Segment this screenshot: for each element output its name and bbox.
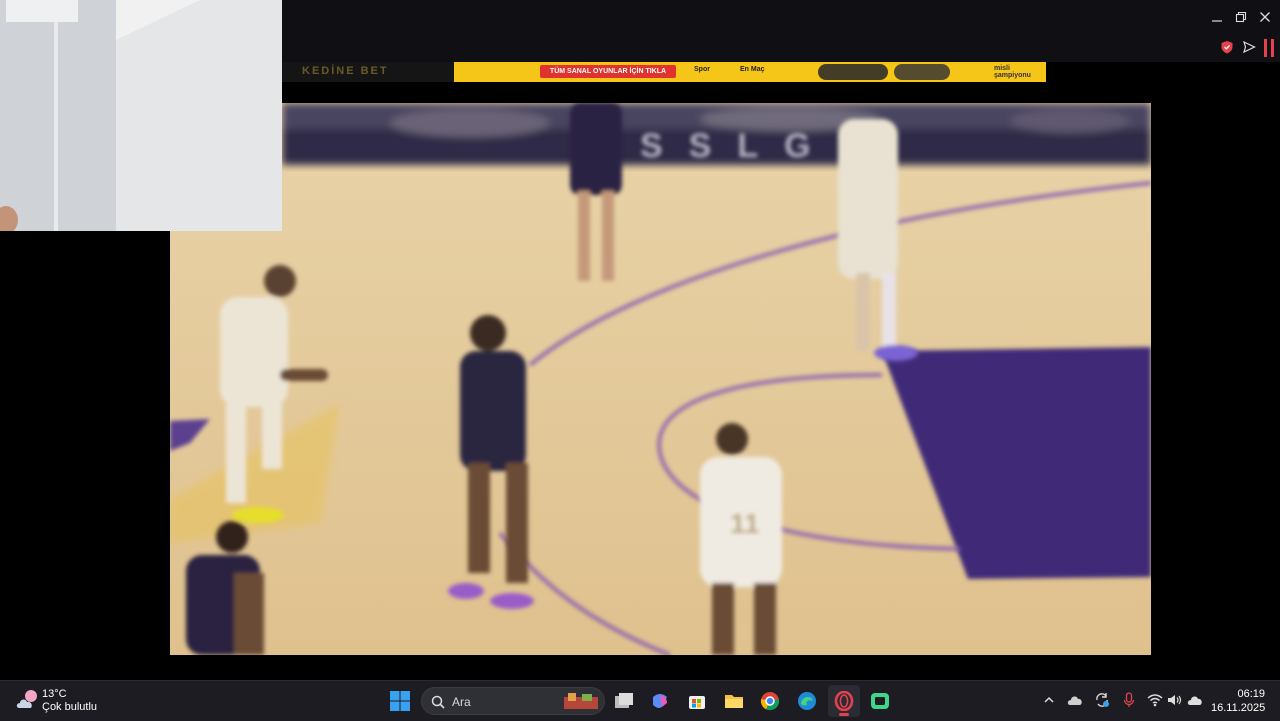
browser-window: KEDİNE BET TÜM SANAL OYUNLAR İÇİN TIKLA … [0, 0, 1280, 680]
sidebar-toggle-button[interactable] [1262, 38, 1276, 58]
taskbar-copilot[interactable] [644, 685, 676, 717]
webcam-overlay [0, 0, 282, 231]
taskbar-edge[interactable] [791, 685, 823, 717]
ad-brand-logo: misli şampiyonu [994, 65, 1031, 79]
task-view-icon [615, 693, 633, 708]
tray-battery-cloud[interactable] [1186, 691, 1204, 709]
search-icon [431, 695, 445, 709]
wifi-icon [1147, 694, 1163, 707]
search-highlight-art-icon [564, 693, 598, 709]
opera-gx-icon [834, 691, 854, 711]
clock-time: 06:19 [1237, 688, 1265, 700]
taskbar-search[interactable]: Ara [421, 687, 605, 715]
send-button[interactable] [1242, 40, 1256, 54]
webcam-feed [0, 0, 282, 231]
cloud-icon [1067, 696, 1082, 705]
windows-logo-icon [390, 691, 410, 711]
taskbar-media-app[interactable] [864, 685, 896, 717]
restore-icon [1235, 11, 1247, 23]
tray-onedrive[interactable] [1066, 691, 1084, 709]
search-label: Ara [452, 695, 471, 709]
ad-item-1: Spor [694, 66, 710, 73]
vpn-shield-button[interactable] [1220, 40, 1234, 54]
chevron-up-icon [1044, 696, 1054, 703]
active-app-indicator [839, 713, 849, 716]
folder-icon [725, 695, 743, 708]
sync-icon [1096, 693, 1109, 707]
video-player[interactable]: SSLG 11 [170, 103, 1151, 655]
minimize-button[interactable] [1206, 6, 1228, 28]
chrome-icon [760, 692, 780, 711]
taskbar: 13°C Çok bulutlu Ara 06:19 16.11.2025 [0, 680, 1280, 721]
ad-left-text: KEDİNE BET [302, 65, 389, 77]
start-button[interactable] [384, 685, 416, 717]
taskbar-chrome[interactable] [754, 685, 786, 717]
tray-microphone[interactable] [1120, 691, 1138, 709]
shield-icon [1221, 41, 1233, 54]
title-bar [282, 0, 1280, 62]
ad-artwork-1 [818, 64, 888, 80]
svg-text:11: 11 [730, 508, 760, 539]
tray-wifi[interactable] [1146, 691, 1164, 709]
weather-description: Çok bulutlu [42, 701, 98, 713]
edge-icon [798, 692, 816, 710]
tray-sync[interactable] [1093, 691, 1111, 709]
close-icon [1260, 12, 1270, 22]
store-icon [689, 696, 705, 709]
ad-cta-button[interactable]: TÜM SANAL OYUNLAR İÇİN TIKLA [540, 65, 676, 78]
close-button[interactable] [1254, 6, 1276, 28]
battery-cloud-icon [1187, 696, 1202, 705]
ad-left-panel: KEDİNE BET [282, 62, 454, 82]
tv-app-icon [871, 693, 889, 709]
tray-volume[interactable] [1166, 691, 1184, 709]
clock-date: 16.11.2025 [1211, 702, 1266, 714]
court-sign-text: SSLG [640, 127, 837, 165]
minimize-icon [1212, 20, 1222, 22]
tray-overflow[interactable] [1040, 691, 1058, 709]
microphone-icon [1123, 692, 1135, 707]
ad-banner[interactable]: KEDİNE BET TÜM SANAL OYUNLAR İÇİN TIKLA … [282, 62, 1046, 82]
taskbar-opera-gx[interactable] [828, 685, 860, 717]
restore-button[interactable] [1230, 6, 1252, 28]
taskbar-store[interactable] [681, 685, 713, 717]
ad-item-2: En Maç [740, 66, 765, 73]
basketball-court-scene: SSLG 11 [170, 103, 1151, 655]
weather-temperature: 13°C [42, 688, 67, 700]
speaker-icon [1168, 695, 1182, 705]
copilot-icon [653, 694, 667, 708]
cloud-sun-icon [16, 690, 37, 708]
taskbar-task-view[interactable] [608, 685, 640, 717]
taskbar-file-explorer[interactable] [718, 685, 750, 717]
ad-artwork-2 [894, 64, 950, 80]
send-icon [1243, 40, 1256, 54]
sidebar-bars-icon [1264, 39, 1274, 57]
